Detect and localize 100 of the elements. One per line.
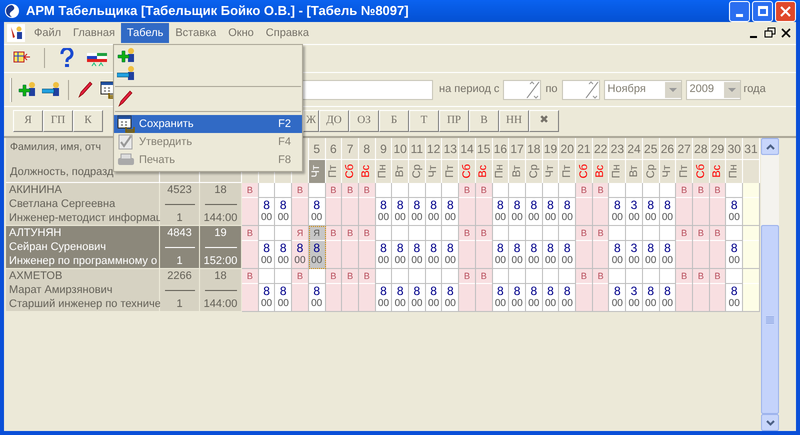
day-cell[interactable]: 8 00 (609, 269, 626, 312)
day-cell[interactable]: 3 00 (626, 269, 643, 312)
day-cell[interactable]: 8 00 (509, 269, 526, 312)
app-menu-icon[interactable] (7, 24, 25, 42)
code-button[interactable]: НН (499, 110, 529, 132)
day-cell[interactable]: 8 00 (660, 269, 676, 312)
day-cell[interactable]: В (476, 269, 493, 312)
weekday-header[interactable]: Ср (642, 160, 659, 183)
weekday-header[interactable]: Вс (476, 160, 492, 183)
weekday-header[interactable]: Чт (308, 160, 325, 183)
code-button[interactable]: ГП (43, 110, 73, 132)
day-cell[interactable]: В (676, 269, 693, 312)
day-cell[interactable]: В (592, 269, 610, 312)
day-cell[interactable]: В (358, 226, 376, 269)
day-cell[interactable]: 8 00 (258, 183, 276, 226)
weekday-header[interactable]: Чт (426, 160, 442, 183)
day-cell[interactable]: 8 00 (559, 269, 576, 312)
weekday-header[interactable]: Сб (576, 160, 592, 183)
day-cell[interactable]: В (326, 269, 342, 312)
day-cell[interactable]: В (592, 226, 610, 269)
weekday-header[interactable]: Ср (409, 160, 425, 183)
scroll-up-button[interactable] (761, 138, 779, 155)
day-cell[interactable]: 8 00 (376, 269, 392, 312)
day-cell[interactable]: 8 00 (409, 183, 426, 226)
day-cell[interactable]: 8 00 (542, 226, 560, 269)
day-cell[interactable]: 8 00 (660, 183, 676, 226)
day-cell[interactable]: В (358, 183, 376, 226)
menu-item[interactable]: Справка (260, 23, 315, 43)
day-cell[interactable]: 8 00 (409, 269, 426, 312)
day-cell[interactable]: 8 00 (442, 269, 460, 312)
day-cell[interactable]: В (576, 183, 593, 226)
day-cell[interactable]: 8 00 (509, 226, 526, 269)
day-cell[interactable]: 8 00 (426, 269, 442, 312)
day-cell[interactable]: 8 00 (392, 226, 410, 269)
day-cell[interactable]: 8 00 (426, 226, 442, 269)
day-cell[interactable]: 3 00 (626, 183, 643, 226)
day-cell[interactable]: В (676, 183, 693, 226)
day-cell[interactable]: 8 00 (409, 226, 426, 269)
day-cell[interactable]: 8 00 (726, 183, 744, 226)
menu-item[interactable]: Табель (120, 23, 170, 43)
day-cell[interactable]: 8 00 (526, 183, 543, 226)
dropdown-field[interactable]: 2009 (686, 80, 741, 100)
code-button[interactable]: Ж (303, 110, 319, 132)
weekday-header[interactable]: Пн (726, 160, 742, 183)
day-cell[interactable]: 8 00 (258, 269, 276, 312)
day-cell[interactable]: В (242, 269, 259, 312)
day-cell[interactable]: Я 8 00 (308, 226, 326, 269)
day-cell[interactable]: В (710, 226, 726, 269)
day-cell[interactable]: 8 00 (442, 183, 460, 226)
day-cell[interactable]: В (710, 183, 726, 226)
weekday-header[interactable]: Пн (492, 160, 508, 183)
day-cell[interactable]: В (576, 226, 593, 269)
day-cell[interactable]: 8 00 (392, 269, 410, 312)
employee-name-cell[interactable]: АЛТУНЯН Сейран Суренович Инженер по программному о (6, 226, 160, 269)
menu-item[interactable]: Главная (67, 23, 121, 43)
day-cell[interactable]: В (459, 269, 476, 312)
day-cell[interactable]: В (692, 269, 710, 312)
day-cell[interactable]: В (459, 226, 476, 269)
day-cell[interactable]: 8 00 (308, 269, 326, 312)
day-cell[interactable]: В (476, 183, 493, 226)
weekday-header[interactable]: Пт (676, 160, 692, 183)
day-cell[interactable]: В (342, 269, 359, 312)
day-cell[interactable]: 8 00 (642, 183, 660, 226)
spin-field[interactable] (562, 80, 600, 100)
weekday-header[interactable]: Вт (626, 160, 642, 183)
weekday-header[interactable]: Сб (459, 160, 475, 183)
day-cell[interactable]: В (710, 269, 726, 312)
scroll-thumb[interactable] (761, 225, 779, 414)
code-button[interactable]: Б (379, 110, 409, 132)
day-cell[interactable]: В (292, 269, 309, 312)
code-button[interactable]: Т (409, 110, 439, 132)
weekday-header[interactable]: Вс (710, 160, 726, 183)
day-cell[interactable] (743, 269, 760, 312)
restore-icon[interactable] (764, 27, 776, 39)
day-cell[interactable]: 8 00 (559, 226, 576, 269)
vertical-scrollbar[interactable] (761, 138, 779, 431)
day-cell[interactable]: В (358, 269, 376, 312)
day-cell[interactable]: В (476, 226, 493, 269)
day-cell[interactable]: 8 00 (542, 183, 560, 226)
day-cell[interactable]: 8 00 (526, 269, 543, 312)
scroll-down-button[interactable] (761, 414, 779, 431)
day-cell[interactable]: 8 00 (492, 183, 510, 226)
day-cell[interactable]: 8 00 (492, 226, 510, 269)
weekday-header[interactable]: Пт (442, 160, 458, 183)
day-cell[interactable]: 8 00 (509, 183, 526, 226)
employee-name-cell[interactable]: АХМЕТОВ Марат Амирзянович Старший инженер по техниче (6, 269, 160, 312)
weekday-header[interactable]: Чт (660, 160, 676, 183)
menu-item[interactable]: Сохранить F2 (114, 115, 302, 133)
day-cell[interactable]: 8 00 (426, 183, 442, 226)
weekday-header[interactable]: Сб (342, 160, 358, 183)
weekday-header[interactable]: Вс (358, 160, 375, 183)
day-cell[interactable]: 8 00 (275, 226, 292, 269)
day-cell[interactable]: 8 00 (275, 269, 292, 312)
day-cell[interactable]: 8 00 (542, 269, 560, 312)
code-button[interactable]: ОЗ (349, 110, 379, 132)
day-cell[interactable]: 8 00 (442, 226, 460, 269)
day-cell[interactable]: 8 00 (376, 183, 392, 226)
minimize-button[interactable] (729, 0, 750, 22)
code-button[interactable]: В (469, 110, 499, 132)
menu-item[interactable]: Вставка (169, 23, 222, 43)
